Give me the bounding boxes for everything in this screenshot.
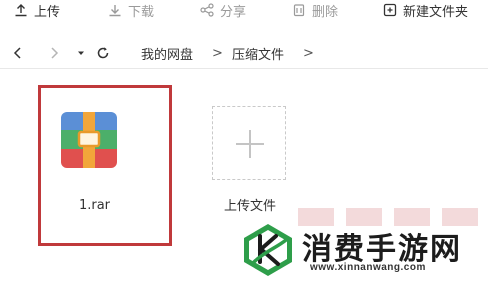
- back-button[interactable]: [12, 44, 24, 62]
- share-button[interactable]: 分享: [200, 0, 246, 20]
- upload-button[interactable]: 上传: [14, 0, 60, 20]
- new-folder-button[interactable]: 新建文件夹: [383, 0, 468, 20]
- delete-label: 删除: [312, 4, 339, 20]
- navigation-bar: 我的网盘 > 压缩文件 >: [0, 36, 488, 69]
- refresh-icon: [97, 47, 109, 59]
- delete-button[interactable]: 删除: [292, 0, 338, 20]
- rar-archive-icon: [61, 112, 117, 168]
- breadcrumb-current[interactable]: 压缩文件: [232, 44, 284, 63]
- new-folder-icon: [383, 3, 397, 17]
- trash-icon: [293, 4, 305, 17]
- plus-icon: [236, 130, 264, 158]
- upload-file-label: 上传文件: [223, 199, 276, 214]
- breadcrumb-root[interactable]: 我的网盘: [141, 44, 193, 63]
- breadcrumb-separator: >: [212, 45, 223, 61]
- file-name: 1.rar: [78, 198, 111, 213]
- share-icon: [200, 3, 214, 17]
- file-item-rar[interactable]: 1.rar: [38, 85, 172, 246]
- toolbar: 上传 下载 分享 删除 新建文件夹: [0, 0, 488, 22]
- refresh-button[interactable]: [96, 44, 110, 62]
- site-watermark: 消费手游网 www.xinnanwang.com: [230, 218, 488, 283]
- download-button[interactable]: 下载: [108, 0, 154, 20]
- upload-label: 上传: [34, 4, 61, 20]
- watermark-url: www.xinnanwang.com: [310, 262, 426, 273]
- chevron-right-icon: [51, 47, 59, 59]
- breadcrumb-separator-trailing: >: [303, 45, 314, 61]
- forward-button[interactable]: [48, 44, 60, 62]
- watermark-logo-icon: [244, 224, 292, 276]
- share-label: 分享: [220, 4, 247, 20]
- download-icon: [109, 5, 121, 17]
- caret-down-icon: [78, 51, 84, 55]
- chevron-left-icon: [13, 47, 21, 59]
- history-dropdown-button[interactable]: [76, 44, 86, 62]
- upload-file-tile[interactable]: [212, 106, 286, 180]
- download-label: 下载: [128, 4, 155, 20]
- upload-icon: [15, 4, 27, 17]
- new-folder-label: 新建文件夹: [403, 4, 469, 20]
